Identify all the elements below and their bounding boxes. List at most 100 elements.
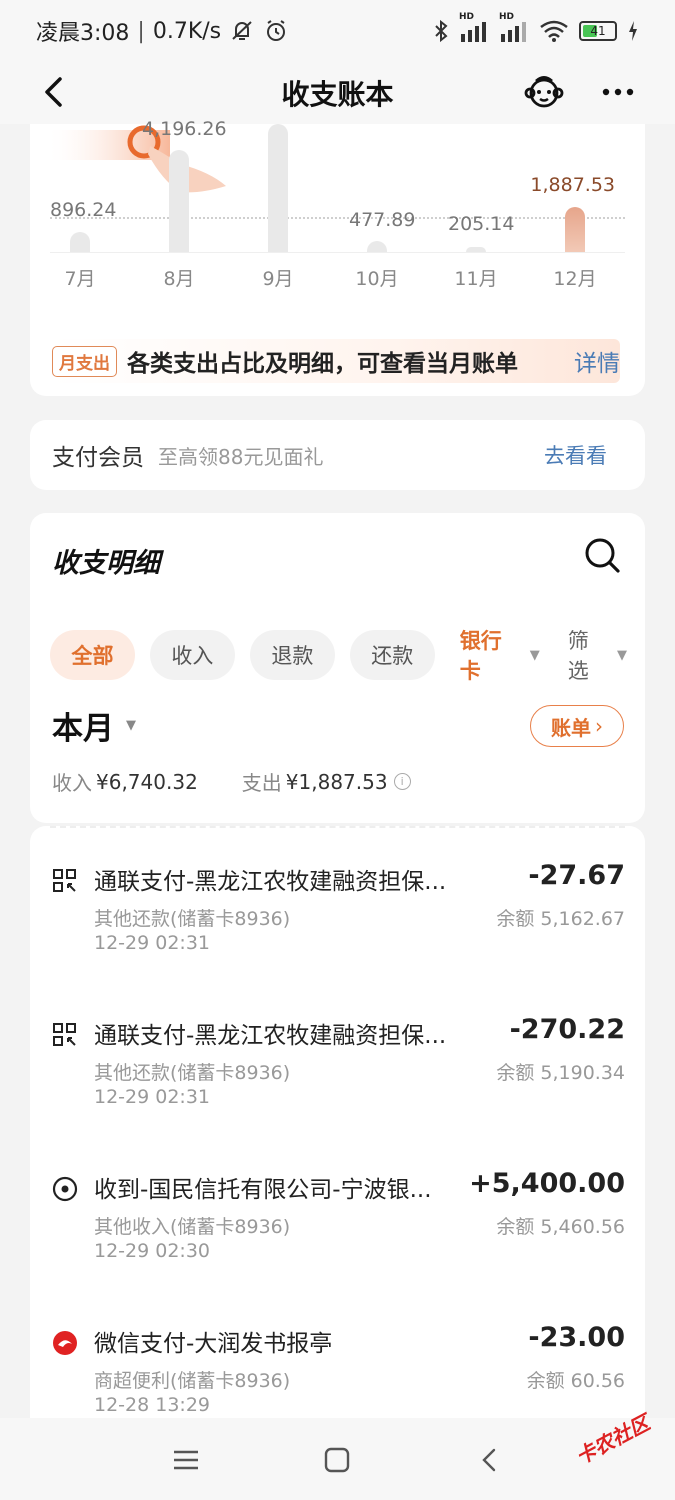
list-item[interactable]: 微信支付-大润发书报亭 商超便利(储蓄卡8936) 12-28 13:29 -2… — [30, 1288, 645, 1416]
qr-pay-icon — [53, 869, 76, 892]
tip-details-link[interactable]: 详情 — [574, 344, 620, 378]
chart-x-tick: 11月 — [454, 268, 498, 290]
transaction-name: 收到-国民信托有限公司-宁波银... — [94, 1177, 432, 1203]
system-nav-bar — [0, 1418, 675, 1500]
member-subtitle: 至高领88元见面礼 — [158, 444, 324, 469]
filter-row: 全部 收入 退款 还款 银行卡 ▼ 筛选 ▼ — [50, 625, 645, 685]
chart-x-tick: 8月 — [163, 268, 195, 290]
chip-all[interactable]: 全部 — [50, 630, 135, 680]
monthly-expense-tip[interactable]: 月支出 各类支出占比及明细，可查看当月账单 详情 — [52, 339, 620, 383]
chart-average-line — [50, 217, 625, 219]
chevron-right-icon: › — [595, 714, 603, 738]
bank-card-dropdown[interactable]: 银行卡 ▼ — [460, 625, 540, 685]
income-value: ¥6,740.32 — [96, 769, 198, 794]
income-dot-icon — [52, 1176, 78, 1202]
transaction-name: 通联支付-黑龙江农牧建融资担保... — [94, 869, 447, 895]
chip-refund[interactable]: 退款 — [249, 630, 335, 680]
status-time: 凌晨3:08 — [36, 21, 130, 46]
expense-label: 支出 — [241, 771, 282, 795]
member-go-link[interactable]: 去看看 — [544, 440, 607, 470]
chip-income[interactable]: 收入 — [149, 630, 235, 680]
transaction-category: 商超便利(储蓄卡8936) — [94, 1370, 291, 1392]
back-icon[interactable] — [474, 1444, 506, 1476]
list-item[interactable]: 通联支付-黑龙江农牧建融资担保... 其他还款(储蓄卡8936) 12-29 0… — [30, 826, 645, 954]
status-divider: | — [137, 18, 145, 44]
transaction-time: 12-29 02:31 — [94, 1086, 211, 1108]
bill-button-label: 账单 — [551, 715, 591, 740]
filter-dropdown[interactable]: 筛选 ▼ — [568, 625, 627, 685]
chart-bar-6[interactable] — [565, 207, 585, 252]
month-selector[interactable]: 本月 ▼ — [52, 703, 136, 748]
signal-1-label: HD — [459, 12, 475, 22]
status-speed: 0.7K/s — [152, 18, 222, 44]
signal-bars-icon — [461, 22, 486, 42]
month-summary: 收入 ¥6,740.32 支出 ¥1,887.53 i — [52, 767, 411, 796]
chart-data-label: 896.24 — [50, 199, 117, 221]
chart-bar-5[interactable] — [466, 247, 486, 252]
menu-icon[interactable] — [170, 1444, 202, 1476]
list-item[interactable]: 通联支付-黑龙江农牧建融资担保... 其他还款(储蓄卡8936) 12-29 0… — [30, 980, 645, 1108]
caret-down-icon: ▼ — [126, 718, 136, 733]
transaction-time: 12-28 13:29 — [94, 1394, 211, 1416]
transaction-amount: +5,400.00 — [469, 1168, 625, 1199]
battery-icon: 41 — [579, 21, 617, 41]
transaction-balance: 余额 5,162.67 — [496, 908, 625, 930]
transaction-list: 通联支付-黑龙江农牧建融资担保... 其他还款(储蓄卡8936) 12-29 0… — [30, 826, 645, 1426]
member-title: 支付会员 — [52, 445, 144, 471]
back-arrow-icon[interactable] — [36, 74, 72, 110]
merchant-logo-icon — [53, 1331, 77, 1355]
bank-card-label: 银行卡 — [459, 629, 502, 683]
home-square-icon[interactable] — [321, 1444, 353, 1476]
transaction-category: 其他还款(储蓄卡8936) — [94, 908, 291, 930]
expense-value: ¥1,887.53 — [285, 769, 388, 794]
chart-x-tick: 10月 — [355, 268, 399, 290]
mute-bell-icon — [232, 21, 252, 40]
chart-data-label: 205.14 — [448, 213, 515, 235]
assistant-robot-icon[interactable] — [522, 70, 566, 114]
transaction-balance: 余额 5,460.56 — [496, 1216, 625, 1238]
income-expense-details-card: 收支明细 全部 收入 退款 还款 银行卡 ▼ 筛选 ▼ 本月 ▼ 账单 › 收入… — [30, 513, 645, 823]
signal-bars-icon — [501, 22, 526, 42]
tip-badge: 月支出 — [52, 345, 117, 377]
chip-repayment[interactable]: 还款 — [349, 630, 435, 680]
more-dots-icon[interactable] — [600, 80, 636, 104]
signal-1: HD — [459, 12, 489, 42]
transaction-category: 其他收入(储蓄卡8936) — [94, 1216, 291, 1238]
chart-bar-4[interactable] — [367, 241, 387, 252]
info-icon[interactable]: i — [393, 773, 411, 790]
payment-member-card[interactable]: 支付会员 至高领88元见面礼 去看看 — [30, 420, 645, 490]
chart-bar-2[interactable] — [169, 150, 189, 252]
chart-bar-1[interactable] — [70, 232, 90, 252]
chart-data-label: 1,887.53 — [530, 174, 615, 196]
transaction-balance: 余额 5,190.34 — [496, 1062, 625, 1084]
alarm-icon — [267, 20, 286, 41]
wifi-icon — [540, 20, 568, 42]
chart-bar-3[interactable] — [268, 124, 288, 252]
page-title: 收支账本 — [281, 78, 394, 111]
filter-label: 筛选 — [567, 629, 589, 683]
bluetooth-icon — [435, 19, 448, 43]
transaction-name: 微信支付-大润发书报亭 — [94, 1331, 333, 1357]
transaction-amount: -23.00 — [528, 1322, 625, 1353]
list-item[interactable]: 收到-国民信托有限公司-宁波银... 其他收入(储蓄卡8936) 12-29 0… — [30, 1134, 645, 1262]
chart-baseline — [50, 252, 625, 253]
bill-button[interactable]: 账单 › — [530, 705, 624, 747]
caret-down-icon: ▼ — [617, 647, 627, 663]
monthly-chart-card: 7月 896.24 8月 4,196.26 9月 10月 477.89 11月 205.14 12… — [30, 118, 645, 396]
chart-data-label: 4,196.26 — [142, 118, 227, 140]
battery-level: 41 — [590, 24, 606, 38]
signal-2-label: HD — [499, 12, 515, 22]
transaction-name: 通联支付-黑龙江农牧建融资担保... — [94, 1023, 447, 1049]
transaction-time: 12-29 02:30 — [94, 1240, 211, 1262]
charging-icon — [629, 21, 637, 41]
transaction-balance: 余额 60.56 — [526, 1370, 625, 1392]
details-title: 收支明细 — [52, 548, 160, 579]
chart-data-label: 477.89 — [349, 209, 416, 231]
search-icon[interactable] — [582, 535, 622, 575]
income-label: 收入 — [52, 771, 92, 795]
chart-x-tick: 9月 — [262, 268, 294, 290]
tip-text: 各类支出占比及明细，可查看当月账单 — [127, 351, 518, 377]
month-label: 本月 — [52, 711, 114, 747]
chart-x-tick: 7月 — [64, 268, 96, 290]
caret-down-icon: ▼ — [529, 647, 540, 663]
